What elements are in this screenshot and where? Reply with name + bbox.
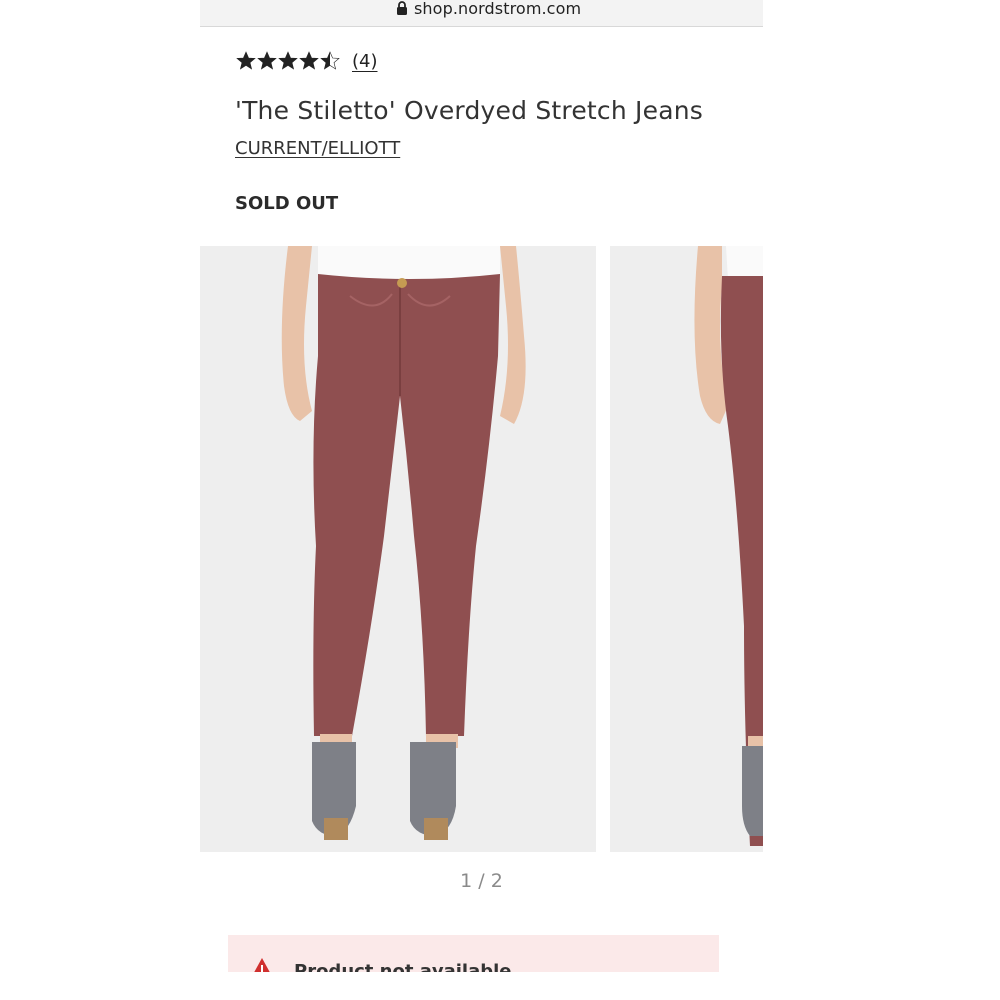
brand-link[interactable]: CURRENT/ELLIOTT bbox=[235, 138, 400, 159]
gallery-pager: 1 / 2 bbox=[460, 870, 503, 892]
lock-icon bbox=[397, 1, 407, 15]
rating-stars bbox=[236, 51, 340, 71]
availability-status: SOLD OUT bbox=[235, 193, 339, 214]
review-count-link[interactable]: (4) bbox=[352, 51, 378, 72]
alert-message: Product not available bbox=[294, 961, 512, 972]
mobile-page: shop.nordstrom.com (4) 'The Stiletto' Ov… bbox=[200, 0, 763, 972]
star-icon bbox=[278, 51, 298, 70]
product-image-gallery[interactable] bbox=[200, 246, 763, 852]
browser-url-bar[interactable]: shop.nordstrom.com bbox=[200, 0, 763, 27]
star-icon bbox=[257, 51, 277, 70]
product-rating[interactable]: (4) bbox=[236, 48, 378, 74]
warning-icon bbox=[254, 958, 270, 972]
url-text: shop.nordstrom.com bbox=[414, 0, 582, 18]
star-icon bbox=[236, 51, 256, 70]
unavailable-alert: Product not available bbox=[228, 935, 719, 972]
star-icon bbox=[320, 51, 340, 70]
product-image-front[interactable] bbox=[200, 246, 596, 852]
star-icon bbox=[299, 51, 319, 70]
product-title: 'The Stiletto' Overdyed Stretch Jeans bbox=[235, 96, 703, 125]
product-image-back[interactable] bbox=[610, 246, 763, 852]
